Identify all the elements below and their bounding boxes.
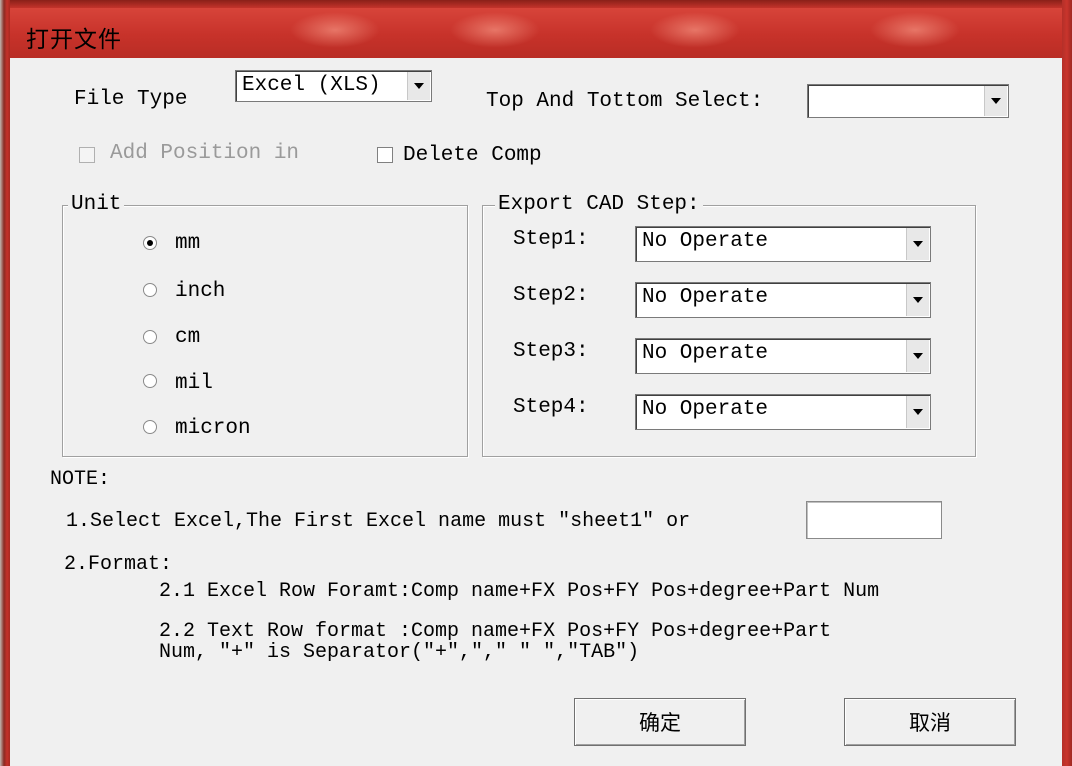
unit-radio-micron[interactable] <box>143 420 157 434</box>
dialog-client-area: File Type Excel (XLS) Top And Tottom Sel… <box>10 58 1062 766</box>
step3-value: No Operate <box>642 342 769 365</box>
title-bar[interactable]: 打开文件 <box>10 8 1062 58</box>
file-type-select[interactable]: Excel (XLS) <box>235 70 432 102</box>
unit-radio-cm[interactable] <box>143 330 157 344</box>
titlebar-glow <box>450 12 540 48</box>
window-frame-left <box>0 0 10 766</box>
add-position-checkbox[interactable] <box>79 147 95 163</box>
window-frame-right <box>1062 0 1072 766</box>
chevron-down-icon <box>991 98 1001 104</box>
chevron-down-icon <box>913 241 923 247</box>
note-header: NOTE: <box>50 468 111 491</box>
export-cad-step-legend: Export CAD Step: <box>495 193 703 216</box>
unit-group-legend: Unit <box>68 193 125 216</box>
unit-radio-mil[interactable] <box>143 374 157 388</box>
delete-comp-checkbox[interactable] <box>377 147 393 163</box>
radio-selected-dot <box>147 240 153 246</box>
delete-comp-label: Delete Comp <box>403 144 542 167</box>
unit-option-label: inch <box>175 280 226 303</box>
chevron-down-icon <box>913 353 923 359</box>
unit-option-label: mil <box>175 372 213 395</box>
step2-dropdown-button[interactable] <box>906 284 929 316</box>
step1-label: Step1: <box>513 228 589 251</box>
ok-button[interactable]: 确定 <box>574 698 746 746</box>
step1-dropdown-button[interactable] <box>906 228 929 260</box>
step2-select[interactable]: No Operate <box>635 282 931 318</box>
top-bottom-label: Top And Tottom Select: <box>486 90 764 113</box>
step4-dropdown-button[interactable] <box>906 396 929 428</box>
window-title: 打开文件 <box>26 27 122 53</box>
file-type-value: Excel (XLS) <box>242 74 381 97</box>
file-type-label: File Type <box>74 88 188 111</box>
chevron-down-icon <box>414 83 424 89</box>
chevron-down-icon <box>913 297 923 303</box>
note-line-2: 2.Format: <box>64 553 173 576</box>
step2-label: Step2: <box>513 284 589 307</box>
note-line-2-2b: Num, ″+″ is Separator(″+″,″,″ ″ ″,″TAB″) <box>159 641 640 664</box>
step2-value: No Operate <box>642 286 769 309</box>
sheet-name-input[interactable] <box>806 501 942 539</box>
unit-option-label: micron <box>175 417 251 440</box>
top-bottom-dropdown-button[interactable] <box>984 86 1007 116</box>
titlebar-glow <box>650 12 740 48</box>
file-type-dropdown-button[interactable] <box>407 72 430 100</box>
cancel-button[interactable]: 取消 <box>844 698 1016 746</box>
add-position-label: Add Position in <box>110 142 300 165</box>
step4-select[interactable]: No Operate <box>635 394 931 430</box>
step3-dropdown-button[interactable] <box>906 340 929 372</box>
chevron-down-icon <box>913 409 923 415</box>
top-bottom-select[interactable] <box>807 84 1009 118</box>
unit-option-label: cm <box>175 326 201 349</box>
step4-value: No Operate <box>642 398 769 421</box>
unit-radio-inch[interactable] <box>143 283 157 297</box>
step3-select[interactable]: No Operate <box>635 338 931 374</box>
window-frame-top <box>0 0 1072 8</box>
unit-group <box>62 205 468 457</box>
unit-radio-mm[interactable] <box>143 236 157 250</box>
titlebar-glow <box>870 12 960 48</box>
note-line-1: 1.Select Excel,The First Excel name must… <box>66 510 691 533</box>
step3-label: Step3: <box>513 340 589 363</box>
note-line-2-1: 2.1 Excel Row Foramt:Comp name+FX Pos+FY… <box>159 580 880 603</box>
note-line-2-2a: 2.2 Text Row format :Comp name+FX Pos+FY… <box>159 620 832 643</box>
step1-value: No Operate <box>642 230 769 253</box>
unit-option-label: mm <box>175 232 201 255</box>
step4-label: Step4: <box>513 396 589 419</box>
titlebar-glow <box>290 12 380 48</box>
step1-select[interactable]: No Operate <box>635 226 931 262</box>
